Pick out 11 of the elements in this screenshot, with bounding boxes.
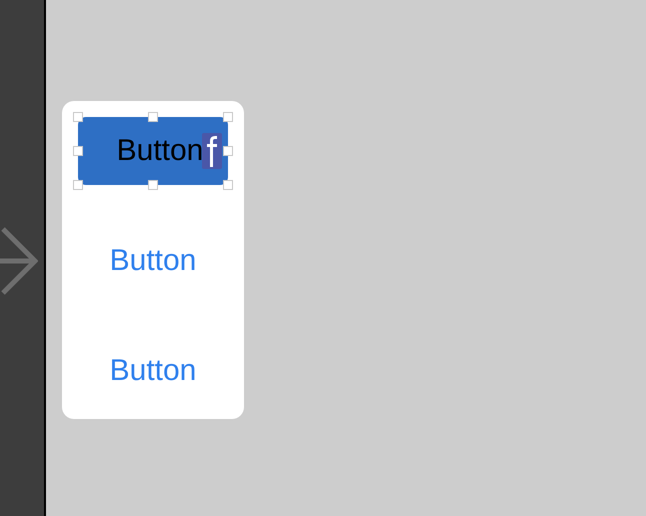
resize-handle[interactable]: [73, 146, 83, 156]
button[interactable]: Button: [78, 337, 228, 405]
button[interactable]: Button: [78, 117, 228, 185]
resize-handle[interactable]: [73, 112, 83, 122]
resize-handle[interactable]: [223, 180, 233, 190]
resize-handle[interactable]: [223, 112, 233, 122]
resize-handle[interactable]: [148, 180, 158, 190]
button[interactable]: Button: [78, 227, 228, 295]
resize-handle[interactable]: [223, 146, 233, 156]
resize-handle[interactable]: [73, 180, 83, 190]
resize-handle[interactable]: [148, 112, 158, 122]
